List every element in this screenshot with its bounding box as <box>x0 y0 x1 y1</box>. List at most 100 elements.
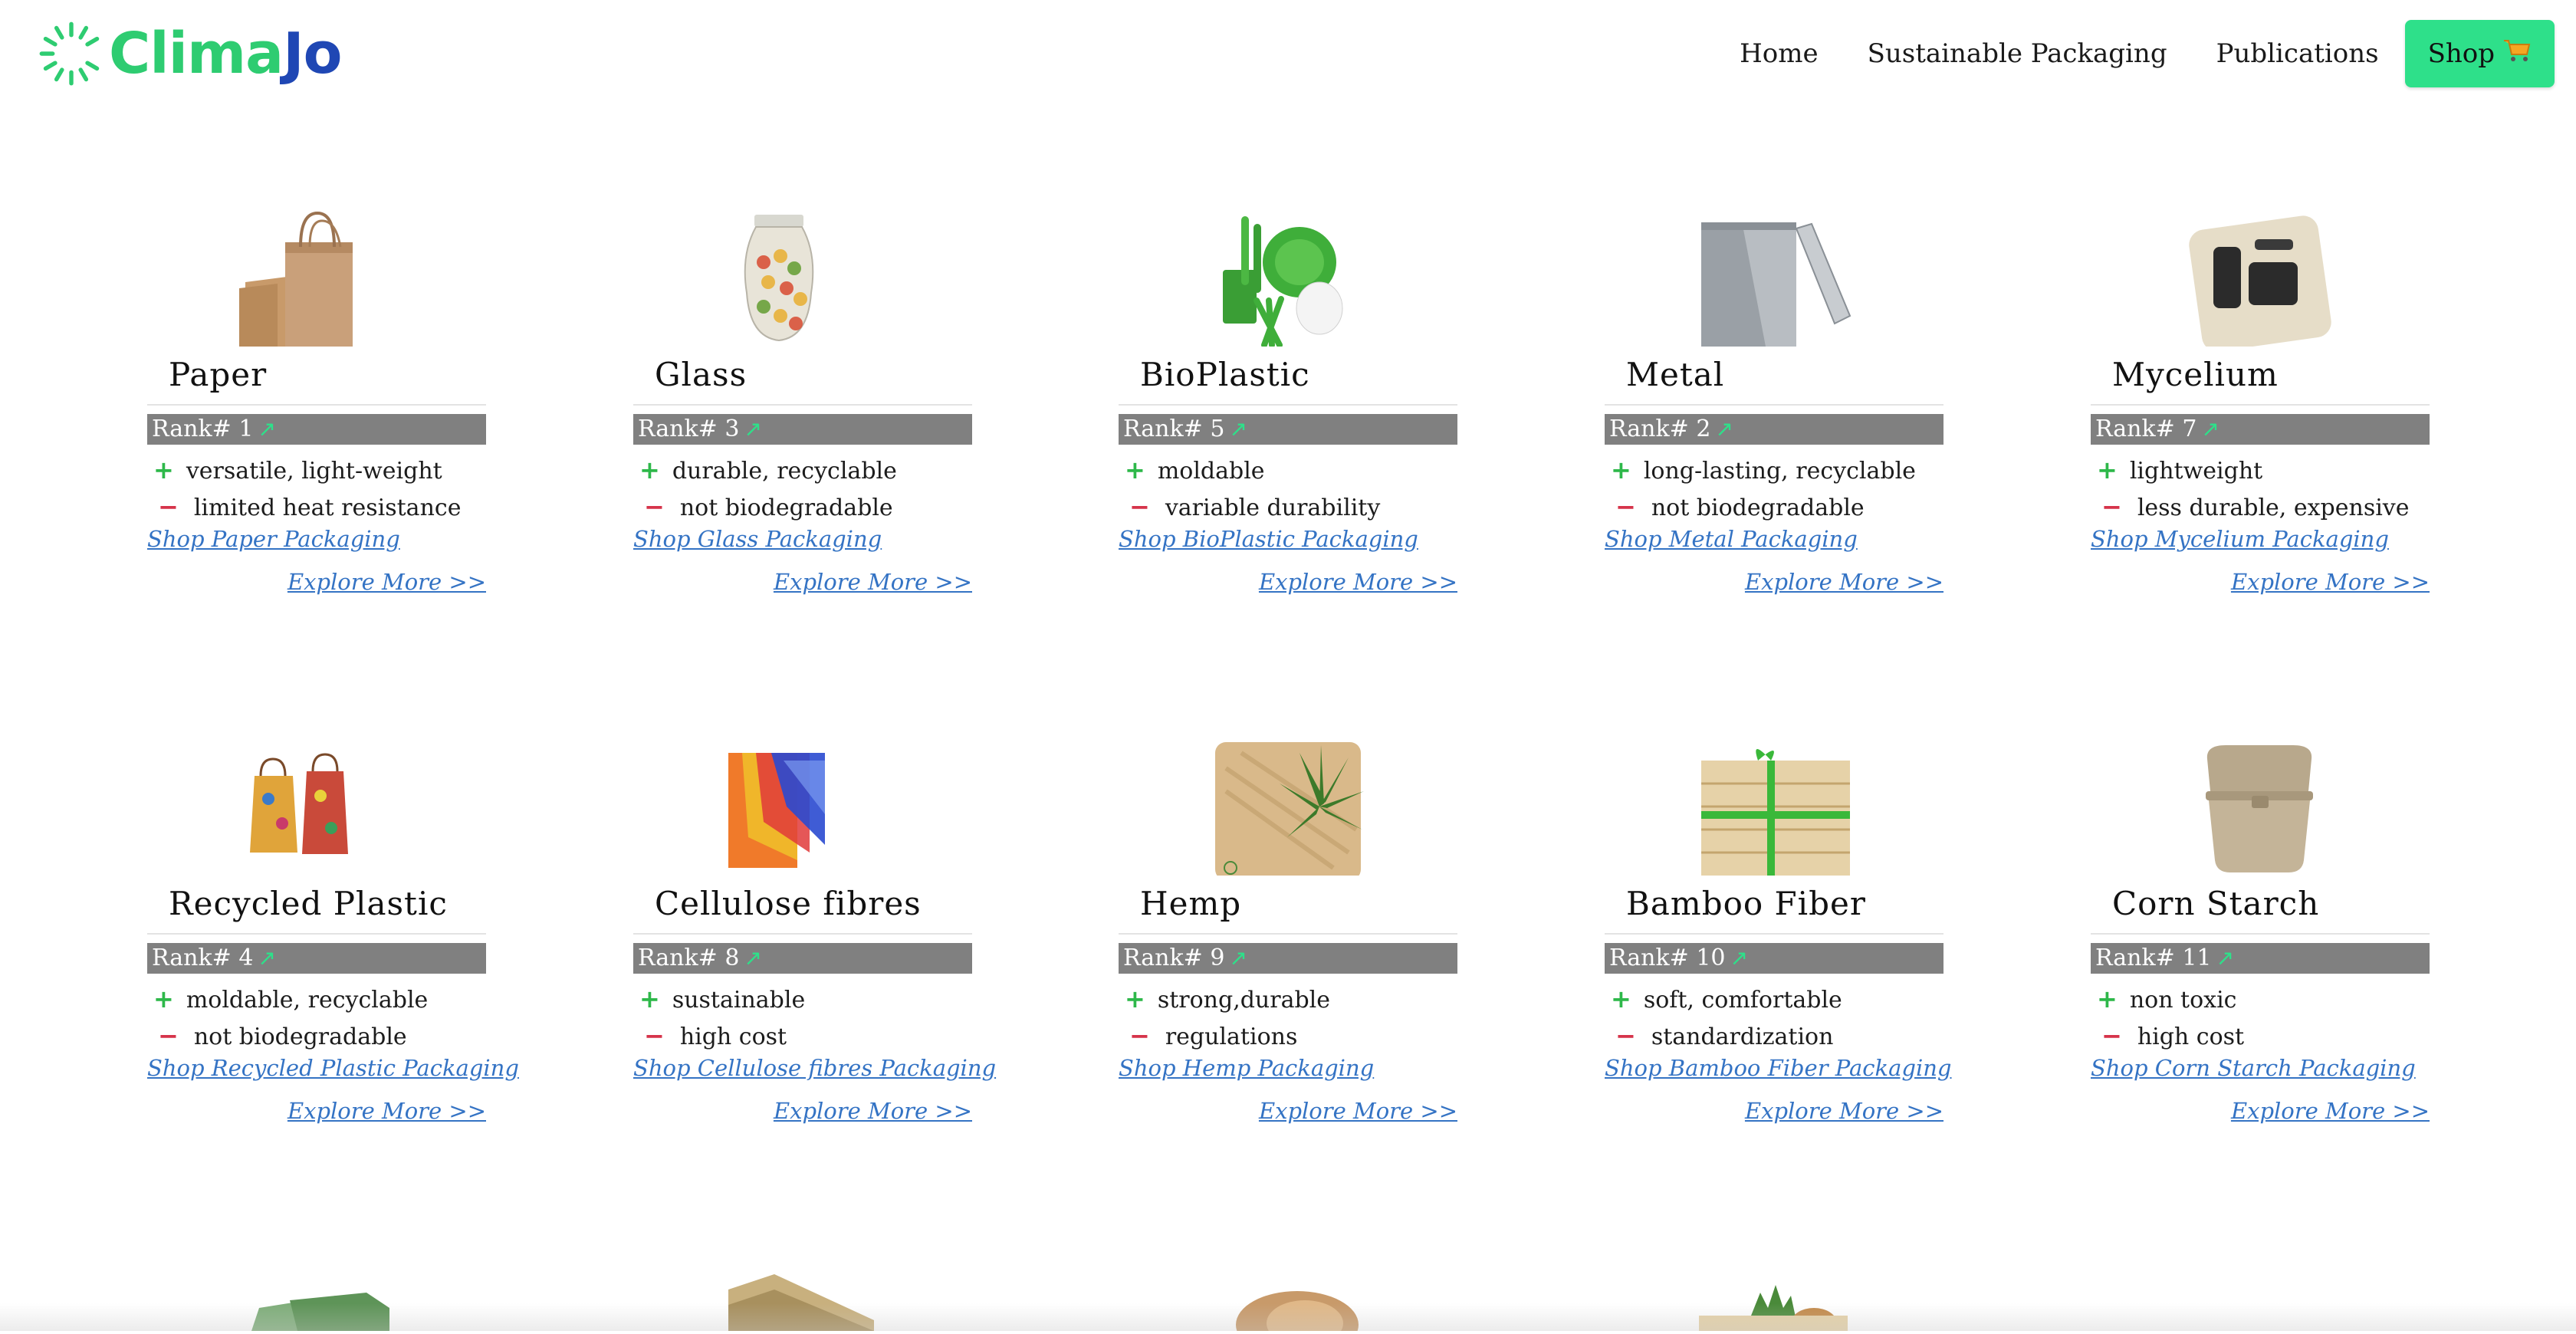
explore-more-link[interactable]: Explore More >> <box>2231 569 2430 595</box>
rank-bar: Rank# 7 ↗ <box>2091 414 2430 445</box>
divider <box>1605 404 1944 406</box>
material-title: BioPlastic <box>1140 356 1310 393</box>
shop-cellulose-link[interactable]: Shop Cellulose fibres Packaging <box>633 1055 996 1081</box>
divider <box>2091 933 2430 935</box>
shop-bamboo-link[interactable]: Shop Bamboo Fiber Packaging <box>1605 1055 1951 1081</box>
material-title: Mycelium <box>2112 356 2279 393</box>
nav-sustainable-packaging[interactable]: Sustainable Packaging <box>1868 38 2167 69</box>
metal-tin-image <box>1605 209 1944 347</box>
con-item: − variable durability <box>1125 492 1380 521</box>
divider <box>1119 933 1457 935</box>
con-item: − high cost <box>639 1021 787 1050</box>
explore-more-link[interactable]: Explore More >> <box>1259 1098 1457 1124</box>
plus-icon: + <box>1125 455 1145 485</box>
material-title: Glass <box>655 356 748 393</box>
explore-more-link[interactable]: Explore More >> <box>2231 1098 2430 1124</box>
plus-icon: + <box>1125 984 1145 1014</box>
rank-text: Rank# 3 <box>638 416 740 442</box>
paper-bags-image <box>147 209 486 357</box>
con-text: limited heat resistance <box>193 495 462 521</box>
shop-button[interactable]: Shop <box>2404 20 2555 87</box>
logo-part-clima: Clima <box>109 21 284 87</box>
rank-text: Rank# 2 <box>1609 416 1711 442</box>
shop-hemp-link[interactable]: Shop Hemp Packaging <box>1119 1055 1374 1081</box>
plus-icon: + <box>2097 455 2118 485</box>
pro-item: + moldable, recyclable <box>153 984 428 1014</box>
logo-part-jo: Jo <box>283 21 342 87</box>
minus-icon: − <box>1615 1021 1636 1050</box>
rank-text: Rank# 8 <box>638 945 740 971</box>
plus-icon: + <box>639 984 660 1014</box>
shop-paper-link[interactable]: Shop Paper Packaging <box>147 526 400 552</box>
material-title: Bamboo Fiber <box>1626 885 1866 922</box>
shop-bioplastic-link[interactable]: Shop BioPlastic Packaging <box>1119 526 1418 552</box>
plus-icon: + <box>153 455 174 485</box>
shop-corn-starch-link[interactable]: Shop Corn Starch Packaging <box>2091 1055 2416 1081</box>
shop-button-label: Shop <box>2427 38 2495 69</box>
con-item: − not biodegradable <box>1611 492 1865 521</box>
pro-item: + soft, comfortable <box>1611 984 1842 1014</box>
rank-text: Rank# 1 <box>152 416 254 442</box>
trending-up-icon: ↗ <box>258 416 276 442</box>
trending-up-icon: ↗ <box>258 945 276 971</box>
pro-item: + long-lasting, recyclable <box>1611 455 1916 485</box>
material-title: Recycled Plastic <box>169 885 448 922</box>
pro-text: durable, recyclable <box>672 458 897 485</box>
shop-mycelium-link[interactable]: Shop Mycelium Packaging <box>2091 526 2389 552</box>
pro-text: versatile, light-weight <box>186 458 442 485</box>
scroll-fade <box>0 1303 2576 1331</box>
trending-up-icon: ↗ <box>1229 416 1247 442</box>
recycled-bags-image <box>147 738 486 876</box>
nav-publications[interactable]: Publications <box>2216 38 2379 69</box>
plus-icon: + <box>2097 984 2118 1014</box>
minus-icon: − <box>2101 1021 2122 1050</box>
pro-item: + lightweight <box>2097 455 2262 485</box>
plus-icon: + <box>639 455 660 485</box>
rank-bar: Rank# 3 ↗ <box>633 414 972 445</box>
shop-glass-link[interactable]: Shop Glass Packaging <box>633 526 882 552</box>
con-item: − not biodegradable <box>639 492 893 521</box>
pro-text: non toxic <box>2129 987 2237 1014</box>
rank-text: Rank# 9 <box>1123 945 1225 971</box>
trending-up-icon: ↗ <box>1229 945 1247 971</box>
explore-more-link[interactable]: Explore More >> <box>1745 1098 1944 1124</box>
con-item: − regulations <box>1125 1021 1297 1050</box>
material-title: Corn Starch <box>2112 885 2320 922</box>
explore-more-link[interactable]: Explore More >> <box>1745 569 1944 595</box>
minus-icon: − <box>644 492 665 521</box>
rank-text: Rank# 7 <box>2095 416 2197 442</box>
explore-more-link[interactable]: Explore More >> <box>774 1098 972 1124</box>
nav-home[interactable]: Home <box>1740 38 1818 69</box>
plus-icon: + <box>1611 984 1631 1014</box>
divider <box>147 404 486 406</box>
material-title: Hemp <box>1140 885 1242 922</box>
explore-more-link[interactable]: Explore More >> <box>774 569 972 595</box>
pro-text: moldable, recyclable <box>186 987 429 1014</box>
pro-text: soft, comfortable <box>1643 987 1842 1014</box>
minus-icon: − <box>158 1021 179 1050</box>
con-text: variable durability <box>1165 495 1381 521</box>
trending-up-icon: ↗ <box>1730 945 1748 971</box>
pro-item: + durable, recyclable <box>639 455 897 485</box>
con-item: − standardization <box>1611 1021 1833 1050</box>
rank-bar: Rank# 5 ↗ <box>1119 414 1457 445</box>
explore-more-link[interactable]: Explore More >> <box>288 569 486 595</box>
shop-metal-link[interactable]: Shop Metal Packaging <box>1605 526 1858 552</box>
plus-icon: + <box>153 984 174 1014</box>
trending-up-icon: ↗ <box>2216 945 2234 971</box>
rank-bar: Rank# 4 ↗ <box>147 943 486 974</box>
shop-recycled-plastic-link[interactable]: Shop Recycled Plastic Packaging <box>147 1055 519 1081</box>
con-item: − limited heat resistance <box>153 492 461 521</box>
con-text: regulations <box>1165 1024 1298 1050</box>
divider <box>1119 404 1457 406</box>
climajo-logo[interactable]: ClimaJo <box>37 17 342 90</box>
rank-bar: Rank# 10 ↗ <box>1605 943 1944 974</box>
explore-more-link[interactable]: Explore More >> <box>1259 569 1457 595</box>
con-item: − less durable, expensive <box>2097 492 2410 521</box>
pro-text: long-lasting, recyclable <box>1643 458 1916 485</box>
rank-bar: Rank# 9 ↗ <box>1119 943 1457 974</box>
divider <box>147 933 486 935</box>
sunburst-icon <box>39 21 100 86</box>
con-text: not biodegradable <box>679 495 893 521</box>
explore-more-link[interactable]: Explore More >> <box>288 1098 486 1124</box>
